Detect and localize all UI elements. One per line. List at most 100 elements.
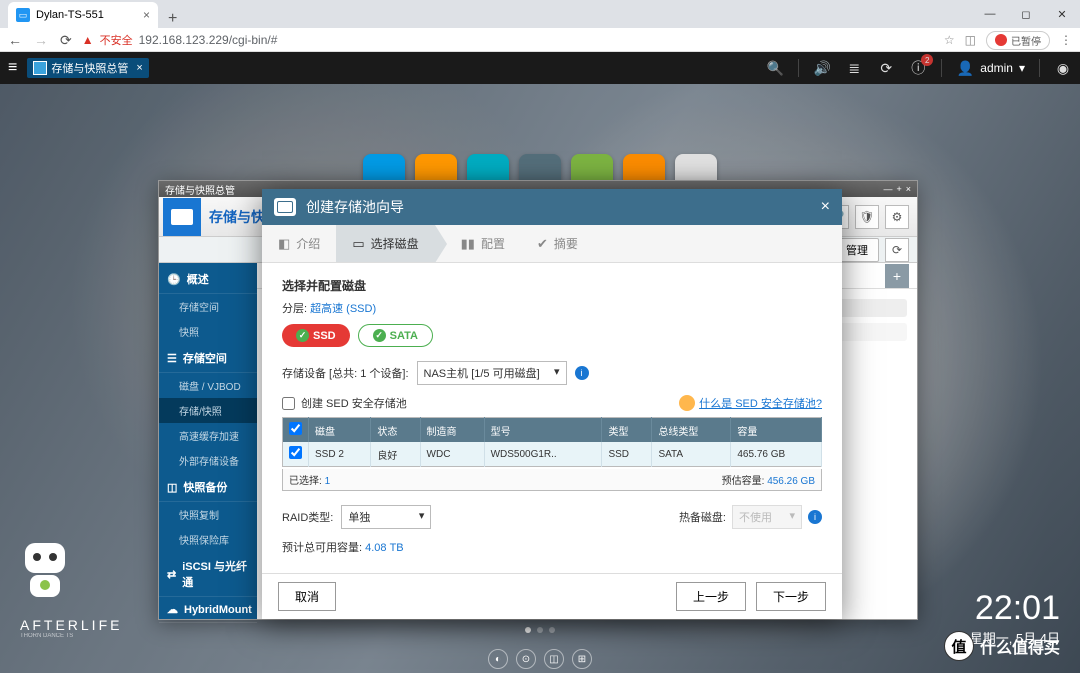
cancel-button[interactable]: 取消	[278, 582, 336, 611]
raid-select[interactable]: 单独▾	[341, 505, 431, 529]
new-tab-button[interactable]: +	[158, 10, 187, 28]
volume-icon[interactable]: 🔊	[813, 60, 831, 77]
sidebar-section-storage[interactable]: ☰存储空间	[159, 344, 257, 373]
url-input[interactable]: ▲ 不安全 192.168.123.229/cgi-bin/#	[82, 32, 934, 48]
sidebar-item-external[interactable]: 外部存储设备	[159, 448, 257, 473]
checkbox-header[interactable]	[283, 418, 309, 443]
chevron-down-icon: ▾	[554, 365, 560, 381]
tray-icon[interactable]: ◫	[544, 649, 564, 669]
wizard-title: 创建存储池向导	[306, 197, 404, 217]
wizard-footer: 取消 上一步 下一步	[262, 573, 842, 619]
devices-icon[interactable]: ⟳	[877, 60, 895, 77]
sidebar-item-snapshot[interactable]: 快照	[159, 319, 257, 344]
tier-link[interactable]: 超高速 (SSD)	[310, 303, 376, 315]
col-type: 类型	[602, 418, 652, 443]
sed-label: 创建 SED 安全存储池	[301, 395, 407, 411]
step-select-disk[interactable]: ▭选择磁盘	[336, 225, 434, 262]
prev-button[interactable]: 上一步	[676, 582, 746, 611]
minimize-button[interactable]: —	[972, 0, 1008, 28]
sed-checkbox[interactable]	[282, 397, 295, 410]
task-icon[interactable]: ≣	[845, 60, 863, 77]
sidebar-item-snapshot-copy[interactable]: 快照复制	[159, 502, 257, 527]
next-button[interactable]: 下一步	[756, 582, 826, 611]
watermark-text: 什么值得买	[980, 634, 1060, 658]
page-dot[interactable]	[537, 627, 543, 633]
menu-icon[interactable]: ≡	[8, 59, 27, 77]
close-icon[interactable]: ×	[821, 198, 830, 216]
sidebar-item-storage-snapshot[interactable]: 存储/快照	[159, 398, 257, 423]
forward-button[interactable]: →	[34, 32, 48, 49]
menu-icon[interactable]: ⋮	[1060, 33, 1072, 47]
browser-tab[interactable]: ▭ Dylan-TS-551 ×	[8, 2, 158, 28]
username: admin	[980, 61, 1013, 75]
assistant-robot[interactable]	[20, 543, 70, 603]
row-checkbox[interactable]	[289, 446, 302, 459]
tab-close-icon[interactable]: ×	[143, 8, 150, 22]
sed-help-link[interactable]: 什么是 SED 安全存储池?	[679, 395, 822, 411]
info-icon[interactable]: i	[808, 510, 822, 524]
reload-button[interactable]: ⟳	[60, 32, 72, 49]
shield-icon[interactable]: 🛡	[855, 205, 879, 229]
step-intro[interactable]: ◧介绍	[262, 225, 336, 262]
app-logo-icon	[163, 198, 201, 236]
maximize-button[interactable]: ◻	[1008, 0, 1044, 28]
tray-icon[interactable]: ⊙	[516, 649, 536, 669]
wizard-body: 选择并配置磁盘 分层: 超高速 (SSD) ✓SSD ✓SATA 存储设备 [总…	[262, 263, 842, 573]
app-chip-close-icon[interactable]: ×	[136, 62, 142, 74]
info-icon[interactable]: i	[575, 366, 589, 380]
step-config[interactable]: ▮▮配置	[435, 225, 521, 262]
desktop-topbar: ≡ 存储与快照总管 × 🔍 🔊 ≣ ⟳ ⓘ 👤 admin ▾ ◉	[0, 52, 1080, 84]
col-bus: 总线类型	[652, 418, 731, 443]
add-button[interactable]: +	[885, 264, 909, 288]
chevron-down-icon: ▾	[789, 509, 795, 525]
storage-icon: ☰	[167, 352, 177, 365]
back-button[interactable]: ←	[8, 32, 22, 49]
dashboard-icon[interactable]: ◉	[1054, 60, 1072, 77]
step-summary[interactable]: ✔摘要	[521, 225, 594, 262]
device-select[interactable]: NAS主机 [1/5 可用磁盘]▾	[417, 361, 567, 385]
tab-favicon: ▭	[16, 8, 30, 22]
check-icon: ✔	[537, 236, 548, 252]
disk-table: 磁盘 状态 制造商 型号 类型 总线类型 容量 SSD 2 良好 WDC WDS…	[282, 417, 822, 467]
search-icon[interactable]: 🔍	[766, 60, 784, 77]
sidebar-item-disk-vjbod[interactable]: 磁盘 / VJBOD	[159, 373, 257, 398]
nav-arrows: ← → ⟳	[8, 32, 72, 49]
sidebar-section-backup[interactable]: ◫快照备份	[159, 473, 257, 502]
cloud-icon: ☁	[167, 603, 178, 616]
window-close-icon[interactable]: ×	[906, 184, 911, 194]
close-window-button[interactable]: ✕	[1044, 0, 1080, 28]
extension-icon[interactable]: ◫	[965, 33, 976, 47]
gear-icon[interactable]: ⚙	[885, 205, 909, 229]
sidebar-item-iscsi[interactable]: ⇄iSCSI 与光纤通	[159, 552, 257, 597]
tray-icon[interactable]: ⊞	[572, 649, 592, 669]
disk-icon: ◧	[278, 236, 290, 252]
sidebar-item-hybridmount[interactable]: ☁HybridMount	[159, 597, 257, 623]
sed-row: 创建 SED 安全存储池 什么是 SED 安全存储池?	[282, 395, 822, 411]
tray-icon[interactable]: ◐	[488, 649, 508, 669]
running-app-chip[interactable]: 存储与快照总管 ×	[27, 58, 148, 78]
window-minimize-icon[interactable]: —	[883, 184, 892, 194]
tier-pills: ✓SSD ✓SATA	[282, 324, 822, 347]
user-menu[interactable]: 👤 admin ▾	[956, 60, 1025, 77]
page-dot[interactable]	[549, 627, 555, 633]
sidebar-item-storage-space[interactable]: 存储空间	[159, 294, 257, 319]
sidebar-item-snapshot-vault[interactable]: 快照保险库	[159, 527, 257, 552]
pill-sata[interactable]: ✓SATA	[358, 324, 433, 347]
profile-badge[interactable]: 已暂停	[986, 31, 1050, 50]
app-chip-label: 存储与快照总管	[51, 60, 128, 76]
qnap-desktop: ≡ 存储与快照总管 × 🔍 🔊 ≣ ⟳ ⓘ 👤 admin ▾ ◉	[0, 52, 1080, 673]
star-icon[interactable]: ☆	[944, 33, 955, 47]
lock-icon	[679, 395, 695, 411]
pill-ssd[interactable]: ✓SSD	[282, 324, 350, 347]
table-row[interactable]: SSD 2 良好 WDC WDS500G1R.. SSD SATA 465.76…	[283, 442, 822, 467]
refresh-icon[interactable]: ⟳	[885, 238, 909, 262]
section-title: 选择并配置磁盘	[282, 277, 822, 294]
window-maximize-icon[interactable]: +	[896, 184, 901, 194]
sidebar-item-cache[interactable]: 高速缓存加速	[159, 423, 257, 448]
app-chip-icon	[33, 61, 47, 75]
config-icon: ▮▮	[461, 236, 475, 252]
notification-icon[interactable]: ⓘ	[909, 58, 927, 78]
sidebar-section-overview[interactable]: 🕒概述	[159, 265, 257, 294]
page-dot[interactable]	[525, 627, 531, 633]
camera-icon: ◫	[167, 481, 177, 494]
